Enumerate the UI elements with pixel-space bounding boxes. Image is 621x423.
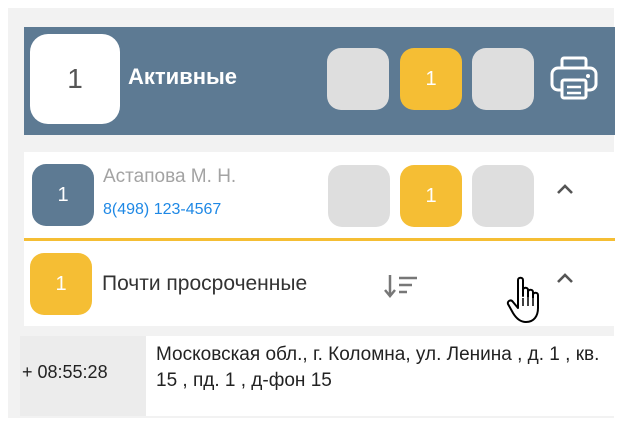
hand-pointer-icon [506,276,539,323]
patient-phone-link[interactable]: 8(498) 123-4567 [103,201,221,219]
printer-icon[interactable] [548,52,600,104]
patient-badge-orange[interactable]: 1 [400,165,462,227]
patient-badge-grey-1[interactable] [328,165,390,227]
call-address: Московская обл., г. Коломна, ул. Ленина … [156,344,600,391]
overdue-count-badge: 1 [30,253,92,315]
header-badge-orange[interactable]: 1 [400,48,462,110]
chevron-up-icon[interactable] [553,178,577,202]
patient-count-badge: 1 [32,164,94,226]
sort-descending-icon[interactable] [384,272,418,300]
call-time: + 08:55:28 [22,362,108,382]
header-badge-grey-2[interactable] [472,48,534,110]
active-title: Активные [128,64,238,89]
active-count-badge: 1 [30,34,120,124]
chevron-up-icon[interactable] [553,267,577,291]
patient-name: Астапова М. Н. [103,166,237,187]
patient-badge-grey-2[interactable] [472,165,534,227]
overdue-group-title: Почти просроченные [102,272,308,295]
header-badge-grey-1[interactable] [327,48,389,110]
